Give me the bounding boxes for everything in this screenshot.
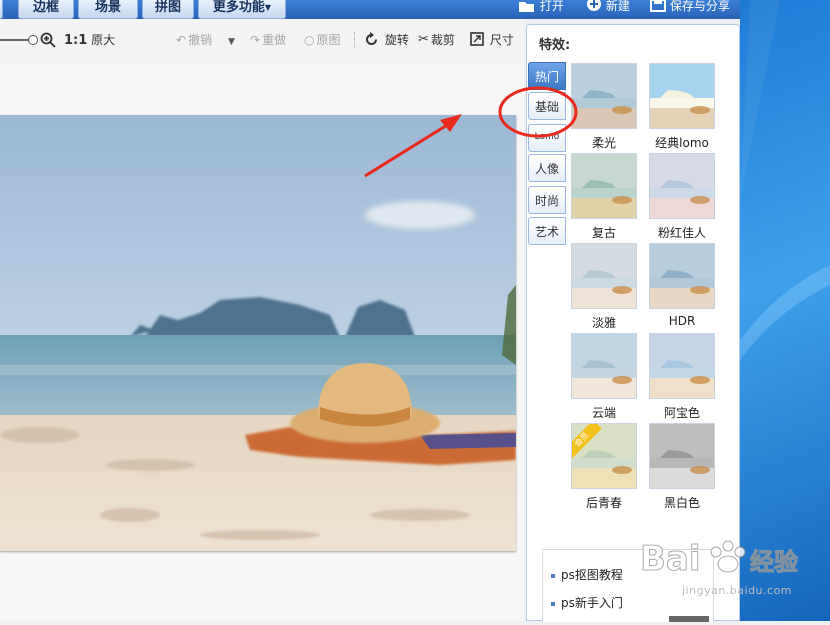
folder-icon: [519, 2, 534, 12]
bullet: [551, 573, 555, 578]
svg-text:Bai: Bai: [640, 539, 701, 579]
effect-thumbnail: [571, 153, 637, 219]
bullet: [551, 601, 555, 606]
undo-icon: ↶: [176, 33, 187, 47]
effect-item[interactable]: 阿宝色: [649, 333, 715, 421]
caret-down-icon: ▼: [264, 3, 272, 12]
effect-thumbnail: 会员: [571, 423, 637, 489]
effect-label: HDR: [668, 314, 696, 328]
scissors-icon: ✂: [418, 32, 429, 47]
plus-circle-icon: [587, 0, 601, 11]
tab-fashion[interactable]: 时尚: [528, 186, 566, 214]
effect-thumbnail: [649, 243, 715, 309]
menu-tab-border[interactable]: 边框: [18, 0, 74, 19]
effect-thumbnail: [649, 423, 715, 489]
effect-thumbnail: [571, 243, 637, 309]
resize-button[interactable]: 尺寸: [470, 32, 514, 48]
resize-icon: [470, 32, 484, 46]
actual-size-button[interactable]: 1:1 原大: [64, 32, 115, 48]
toolbar-divider: [354, 32, 356, 48]
zoom-in-icon[interactable]: [40, 32, 56, 48]
edited-photo[interactable]: [0, 115, 516, 551]
circle-icon: ○: [304, 33, 315, 47]
save-share-button[interactable]: 保存与分享: [650, 0, 730, 14]
desktop-swoosh: [740, 0, 830, 360]
link-ps-beginner[interactable]: ps新手入门: [551, 594, 623, 611]
effect-item[interactable]: 黑白色: [649, 423, 715, 511]
baidu-logo: Bai 经验: [640, 539, 799, 580]
svg-text:经验: 经验: [750, 548, 798, 576]
effect-preview: [650, 154, 714, 218]
tab-hot[interactable]: 热门: [528, 62, 566, 90]
effect-item[interactable]: 会员 后青春: [571, 423, 637, 511]
effect-preview: [650, 334, 714, 398]
baidu-watermark: Bai 经验: [640, 530, 820, 610]
zoom-slider-handle[interactable]: [28, 35, 38, 45]
effect-label: 云端: [591, 406, 616, 420]
original-image-button[interactable]: ○ 原图: [304, 32, 341, 48]
effect-item[interactable]: 柔光: [571, 63, 637, 151]
effect-thumbnail: [649, 333, 715, 399]
effect-label: 柔光: [591, 136, 616, 150]
effect-item[interactable]: 复古: [571, 153, 637, 241]
menu-tab-partial[interactable]: [0, 0, 3, 19]
tab-art[interactable]: 艺术: [528, 217, 566, 245]
tab-basic[interactable]: 基础: [528, 92, 566, 120]
effect-preview: [572, 154, 636, 218]
effect-item[interactable]: 经典lomo: [649, 63, 715, 151]
desktop-background: [740, 0, 830, 621]
effect-item[interactable]: 粉红佳人: [649, 153, 715, 241]
paw-icon: [710, 540, 746, 573]
effect-item[interactable]: 云端: [571, 333, 637, 421]
watermark-url: jingyan.baidu.com: [682, 584, 793, 597]
effect-label: 黑白色: [663, 496, 700, 510]
new-button[interactable]: 新建: [586, 0, 630, 14]
rotate-icon: [366, 32, 377, 45]
effect-label: 复古: [591, 226, 616, 240]
save-icon: [650, 0, 666, 12]
effect-preview: [572, 334, 636, 398]
effect-preview: [650, 244, 714, 308]
beach-photo: [0, 115, 516, 551]
rotate-button[interactable]: 旋转: [364, 32, 409, 48]
effect-preview: [650, 424, 714, 488]
redo-button[interactable]: ↷ 重做: [250, 32, 286, 48]
undo-button[interactable]: ↶ 撤销: [176, 32, 212, 48]
edit-toolbar: 1:1 原大 ↶ 撤销 ▼ ↷ 重做 ○ 原图 旋转 ✂ 裁剪 尺寸: [0, 19, 524, 63]
effect-thumbnail: [649, 153, 715, 219]
effect-item[interactable]: 淡雅: [571, 243, 637, 331]
effect-preview: [572, 244, 636, 308]
effect-label: 淡雅: [591, 316, 616, 330]
effect-thumbnail: [649, 63, 715, 129]
menu-tab-scene[interactable]: 场景: [78, 0, 138, 19]
effect-label: 经典lomo: [655, 136, 709, 150]
links-footer-tag: [669, 616, 709, 622]
caret-down-icon: ▼: [228, 37, 235, 47]
crop-button[interactable]: ✂ 裁剪: [418, 32, 455, 48]
open-button[interactable]: 打开: [518, 0, 564, 14]
undo-history-dropdown[interactable]: ▼: [228, 32, 235, 48]
tab-lomo[interactable]: Lomo: [528, 124, 566, 152]
menu-tab-collage[interactable]: 拼图: [142, 0, 194, 19]
effect-label: 阿宝色: [663, 406, 700, 420]
effect-preview: [572, 64, 636, 128]
effect-preview: [650, 64, 714, 128]
effect-item[interactable]: HDR: [649, 243, 715, 328]
redo-icon: ↷: [250, 33, 261, 47]
effect-label: 后青春: [585, 496, 622, 510]
tab-portrait[interactable]: 人像: [528, 154, 566, 182]
effect-thumbnail: [571, 63, 637, 129]
menu-tab-more[interactable]: 更多功能▼: [198, 0, 286, 19]
effects-title: 特效:: [539, 38, 571, 53]
top-menu-bar: 边框 场景 拼图 更多功能▼ 打开 新建 保存与分享: [0, 0, 830, 19]
effect-thumbnail: [571, 333, 637, 399]
link-ps-cutout[interactable]: ps抠图教程: [551, 566, 623, 583]
effect-label: 粉红佳人: [657, 226, 706, 240]
